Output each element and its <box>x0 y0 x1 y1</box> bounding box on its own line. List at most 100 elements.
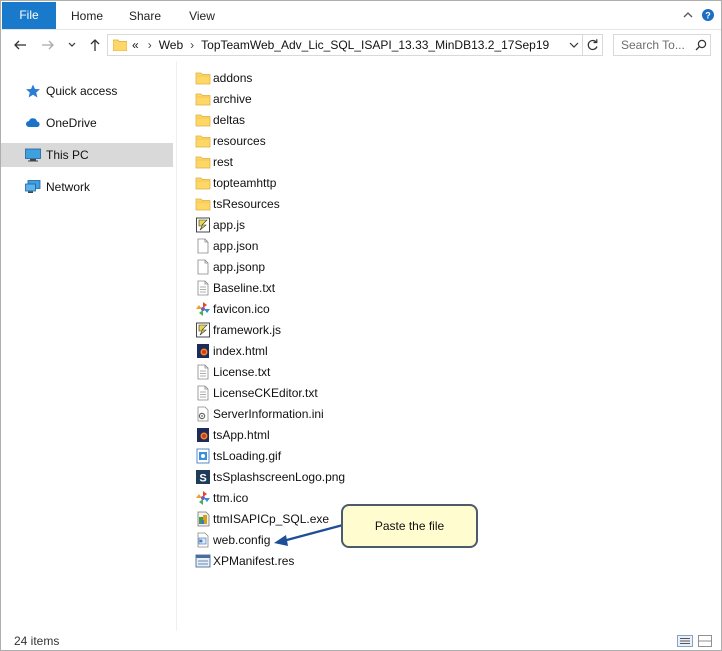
file-list-item[interactable]: LicenseCKEditor.txt <box>193 383 353 404</box>
file-name: tsSplashscreenLogo.png <box>213 470 346 484</box>
sidebar-item-onedrive[interactable]: OneDrive <box>1 111 173 135</box>
navigation-pane: Quick access OneDrive This PC Network <box>1 61 177 631</box>
file-list-item[interactable]: index.html <box>193 341 353 362</box>
breadcrumb-current-folder[interactable]: TopTeamWeb_Adv_Lic_SQL_ISAPI_13.33_MinDB… <box>201 38 549 52</box>
file-name: tsLoading.gif <box>213 449 282 463</box>
file-list-item[interactable]: tsResources <box>193 194 353 215</box>
file-list-item[interactable]: rest <box>193 152 353 173</box>
file-list-item[interactable]: framework.js <box>193 320 353 341</box>
folder-icon <box>195 135 211 148</box>
computer-icon <box>25 148 41 162</box>
callout-paste-the-file: Paste the file <box>341 504 478 548</box>
folder-icon <box>195 114 211 127</box>
sidebar-item-quick-access[interactable]: Quick access <box>1 79 173 103</box>
tab-home[interactable]: Home <box>71 3 103 29</box>
address-dropdown-chevron-icon[interactable] <box>569 41 579 49</box>
file-icon <box>197 238 209 254</box>
file-list-item[interactable]: ttm.ico <box>193 488 353 509</box>
file-list-item[interactable]: archive <box>193 89 353 110</box>
file-name: License.txt <box>213 365 271 379</box>
text-file-icon <box>197 385 209 401</box>
file-name: resources <box>213 134 266 148</box>
file-list-item[interactable]: app.json <box>193 236 353 257</box>
cloud-icon <box>26 118 40 127</box>
file-list-item[interactable]: topteamhttp <box>193 173 353 194</box>
file-list-item[interactable]: tsLoading.gif <box>193 446 353 467</box>
search-placeholder: Search To... <box>621 38 685 52</box>
back-arrow-icon[interactable] <box>13 38 27 52</box>
file-list-item[interactable]: app.jsonp <box>193 257 353 278</box>
file-list-item[interactable]: addons <box>193 68 353 89</box>
png-file-icon: S <box>196 470 210 485</box>
file-icon <box>197 259 209 275</box>
file-name: deltas <box>213 113 246 127</box>
address-overflow-chevron[interactable]: « <box>132 38 139 52</box>
item-count: 24 items <box>14 634 60 648</box>
file-name: tsResources <box>213 197 280 211</box>
file-name: favicon.ico <box>213 302 270 316</box>
file-name: ttm.ico <box>213 491 249 505</box>
file-name: topteamhttp <box>213 176 277 190</box>
forward-arrow-icon[interactable] <box>41 38 55 52</box>
callout-arrow-icon <box>274 523 344 546</box>
file-name: ServerInformation.ini <box>213 407 324 421</box>
folder-icon <box>195 177 211 190</box>
file-name: tsApp.html <box>213 428 270 442</box>
ico-file-icon <box>196 491 210 505</box>
file-list-item[interactable]: favicon.ico <box>193 299 353 320</box>
breadcrumb-web[interactable]: Web <box>159 38 183 52</box>
file-name: Baseline.txt <box>213 281 276 295</box>
star-icon <box>26 84 40 98</box>
resource-file-icon <box>195 554 211 568</box>
folder-icon <box>195 156 211 169</box>
file-name: addons <box>213 71 253 85</box>
file-list-item[interactable]: ServerInformation.ini <box>193 404 353 425</box>
search-icon[interactable] <box>695 39 707 51</box>
up-arrow-icon[interactable] <box>88 38 102 52</box>
tab-file[interactable]: File <box>2 2 56 29</box>
refresh-icon <box>587 39 598 51</box>
network-icon <box>25 180 41 193</box>
javascript-file-icon <box>196 217 210 233</box>
file-name: archive <box>213 92 252 106</box>
folder-icon <box>195 198 211 211</box>
tab-share[interactable]: Share <box>129 3 161 29</box>
executable-file-icon <box>197 511 210 527</box>
folder-icon <box>113 39 127 51</box>
recent-locations-chevron-icon[interactable] <box>67 38 77 52</box>
file-name: app.js <box>213 218 246 232</box>
svg-text:S: S <box>199 473 206 485</box>
file-list-item[interactable]: License.txt <box>193 362 353 383</box>
file-list-item[interactable]: StsSplashscreenLogo.png <box>193 467 353 488</box>
details-view-icon[interactable] <box>677 635 693 647</box>
html-file-icon <box>197 344 209 358</box>
file-list-item[interactable]: resources <box>193 131 353 152</box>
file-name: app.json <box>213 239 259 253</box>
file-list-item[interactable]: tsApp.html <box>193 425 353 446</box>
text-file-icon <box>197 280 209 296</box>
help-icon[interactable]: ? <box>701 8 715 22</box>
sidebar-item-network[interactable]: Network <box>1 175 173 199</box>
expand-ribbon-chevron-icon[interactable] <box>681 8 695 22</box>
html-file-icon <box>197 428 209 442</box>
search-box[interactable]: Search To... <box>613 34 711 56</box>
file-list-item[interactable]: Baseline.txt <box>193 278 353 299</box>
file-list-item[interactable]: app.js <box>193 215 353 236</box>
svg-text:?: ? <box>705 11 711 21</box>
file-name: LicenseCKEditor.txt <box>213 386 318 400</box>
tab-view[interactable]: View <box>188 3 216 29</box>
sidebar-item-this-pc[interactable]: This PC <box>1 143 173 167</box>
address-path: «› Web › TopTeamWeb_Adv_Lic_SQL_ISAPI_13.33… <box>132 38 550 52</box>
javascript-file-icon <box>196 322 210 338</box>
folder-icon <box>195 72 211 85</box>
file-name: app.jsonp <box>213 260 266 274</box>
large-icons-view-icon[interactable] <box>698 635 712 647</box>
refresh-button[interactable] <box>583 34 603 56</box>
file-list-item[interactable]: deltas <box>193 110 353 131</box>
text-file-icon <box>197 364 209 380</box>
ico-file-icon <box>196 302 210 316</box>
address-bar[interactable]: «› Web › TopTeamWeb_Adv_Lic_SQL_ISAPI_13.33… <box>107 34 583 56</box>
config-file-icon <box>197 532 209 548</box>
file-name: index.html <box>213 344 268 358</box>
image-file-icon <box>196 448 210 464</box>
